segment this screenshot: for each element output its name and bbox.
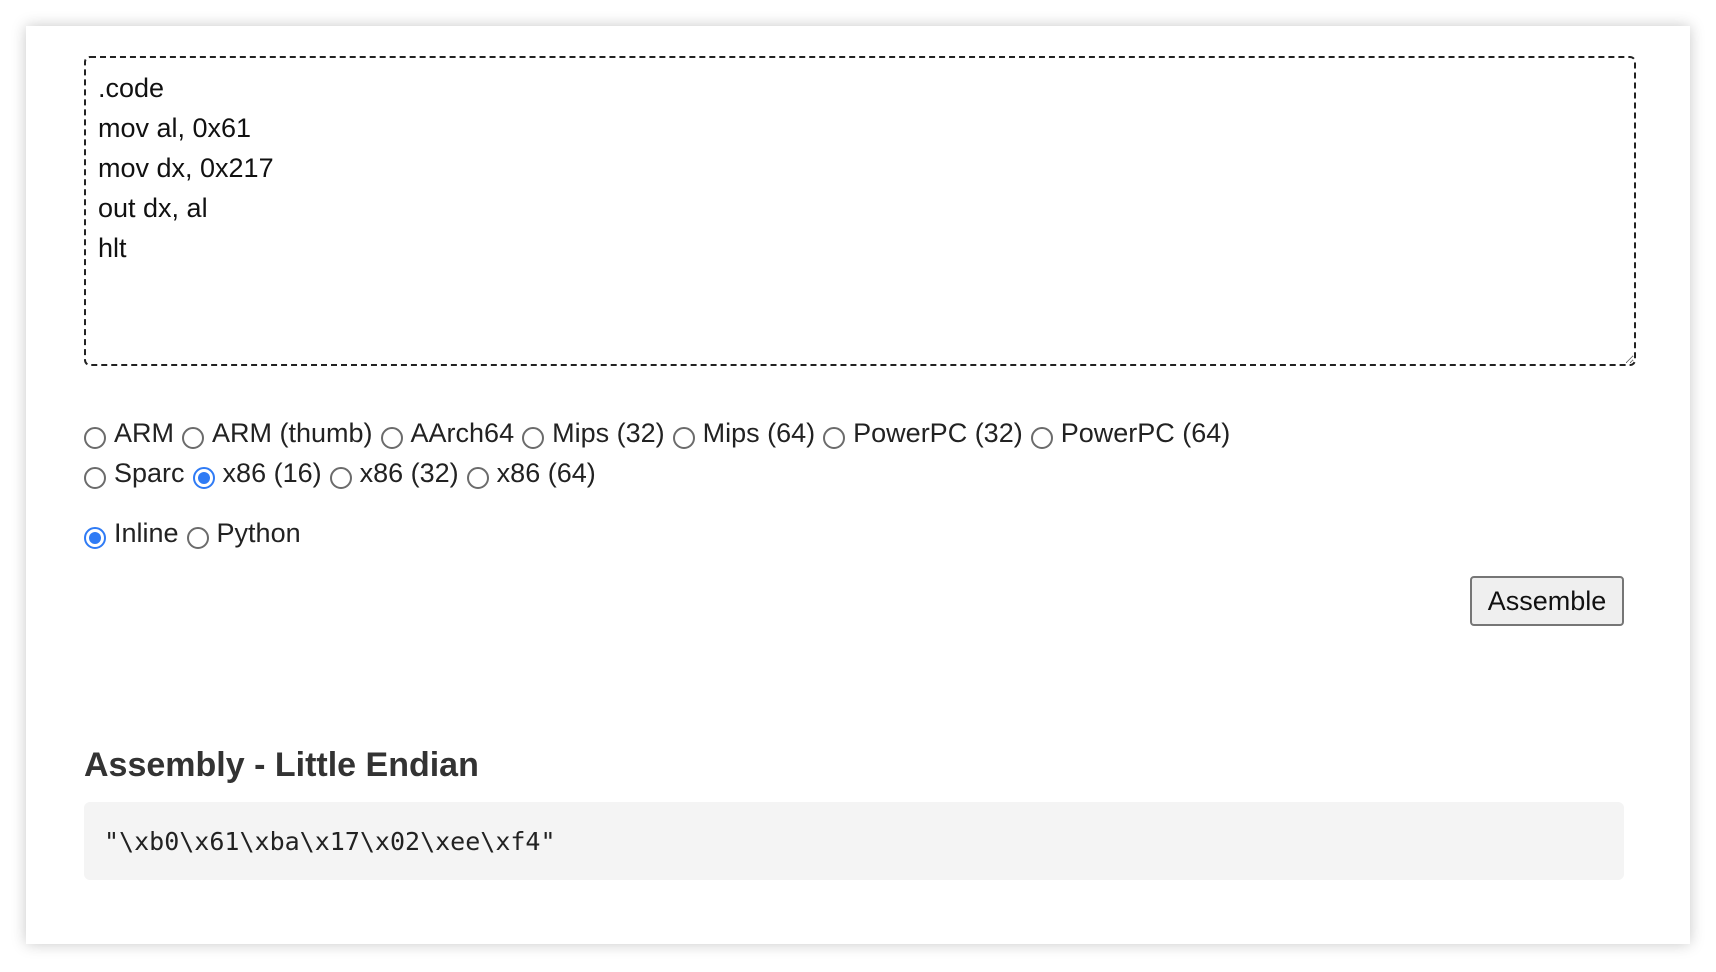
arch-option-mips-64[interactable]: Mips (64) bbox=[672, 418, 816, 449]
radio-icon[interactable] bbox=[823, 426, 846, 449]
arch-option-powerpc-64[interactable]: PowerPC (64) bbox=[1030, 418, 1231, 449]
arch-option-x86-32[interactable]: x86 (32) bbox=[329, 458, 459, 489]
arch-option-label: Mips (32) bbox=[552, 418, 665, 448]
format-option-label: Inline bbox=[114, 518, 179, 548]
radio-icon[interactable] bbox=[182, 426, 204, 449]
arch-option-aarch64[interactable]: AArch64 bbox=[380, 418, 515, 449]
format-option-python[interactable]: Python bbox=[186, 518, 301, 549]
arch-option-label: x86 (16) bbox=[222, 458, 322, 488]
arch-option-x86-64[interactable]: x86 (64) bbox=[466, 458, 596, 489]
arch-option-label: x86 (64) bbox=[496, 458, 596, 488]
arch-option-sparc[interactable]: Sparc bbox=[84, 458, 185, 489]
output-format-row: Inline Python bbox=[84, 518, 309, 549]
arch-option-arm[interactable]: ARM bbox=[84, 418, 174, 449]
arch-option-arm-thumb[interactable]: ARM (thumb) bbox=[182, 418, 373, 449]
arch-option-label: PowerPC (32) bbox=[853, 418, 1023, 448]
arch-option-label: Sparc bbox=[114, 458, 185, 488]
radio-icon[interactable] bbox=[84, 526, 106, 549]
arch-option-label: ARM (thumb) bbox=[212, 418, 373, 448]
radio-icon[interactable] bbox=[329, 466, 352, 489]
assembly-output-text: "\xb0\x61\xba\x17\x02\xee\xf4" bbox=[104, 826, 556, 856]
radio-icon[interactable] bbox=[186, 526, 209, 549]
radio-icon[interactable] bbox=[380, 426, 403, 449]
arch-option-label: ARM bbox=[114, 418, 174, 448]
radio-icon[interactable] bbox=[1030, 426, 1053, 449]
format-option-label: Python bbox=[216, 518, 301, 548]
arch-option-label: PowerPC (64) bbox=[1060, 418, 1231, 448]
radio-icon[interactable] bbox=[522, 426, 545, 449]
window-frame: .code mov al, 0x61 mov dx, 0x217 out dx,… bbox=[26, 26, 1690, 944]
radio-icon[interactable] bbox=[84, 426, 106, 449]
arch-option-x86-16[interactable]: x86 (16) bbox=[192, 458, 322, 489]
assembly-code-editor[interactable]: .code mov al, 0x61 mov dx, 0x217 out dx,… bbox=[84, 56, 1636, 366]
radio-icon[interactable] bbox=[192, 466, 215, 489]
arch-option-label: AArch64 bbox=[410, 418, 515, 448]
result-title: Assembly - Little Endian bbox=[84, 746, 479, 784]
radio-icon[interactable] bbox=[672, 426, 695, 449]
arch-option-label: x86 (32) bbox=[359, 458, 459, 488]
format-option-inline[interactable]: Inline bbox=[84, 518, 179, 549]
radio-icon[interactable] bbox=[84, 466, 106, 489]
assemble-button[interactable]: Assemble bbox=[1470, 576, 1624, 626]
arch-option-label: Mips (64) bbox=[702, 418, 816, 448]
architecture-row-2: Sparc x86 (16) x86 (32) x86 (64) bbox=[84, 458, 604, 489]
arch-option-mips-32[interactable]: Mips (32) bbox=[522, 418, 665, 449]
architecture-row-1: ARM ARM (thumb) AArch64 Mips (32) Mips (… bbox=[84, 418, 1238, 449]
radio-icon[interactable] bbox=[466, 466, 489, 489]
assembly-output: "\xb0\x61\xba\x17\x02\xee\xf4" bbox=[84, 802, 1624, 880]
arch-option-powerpc-32[interactable]: PowerPC (32) bbox=[823, 418, 1023, 449]
